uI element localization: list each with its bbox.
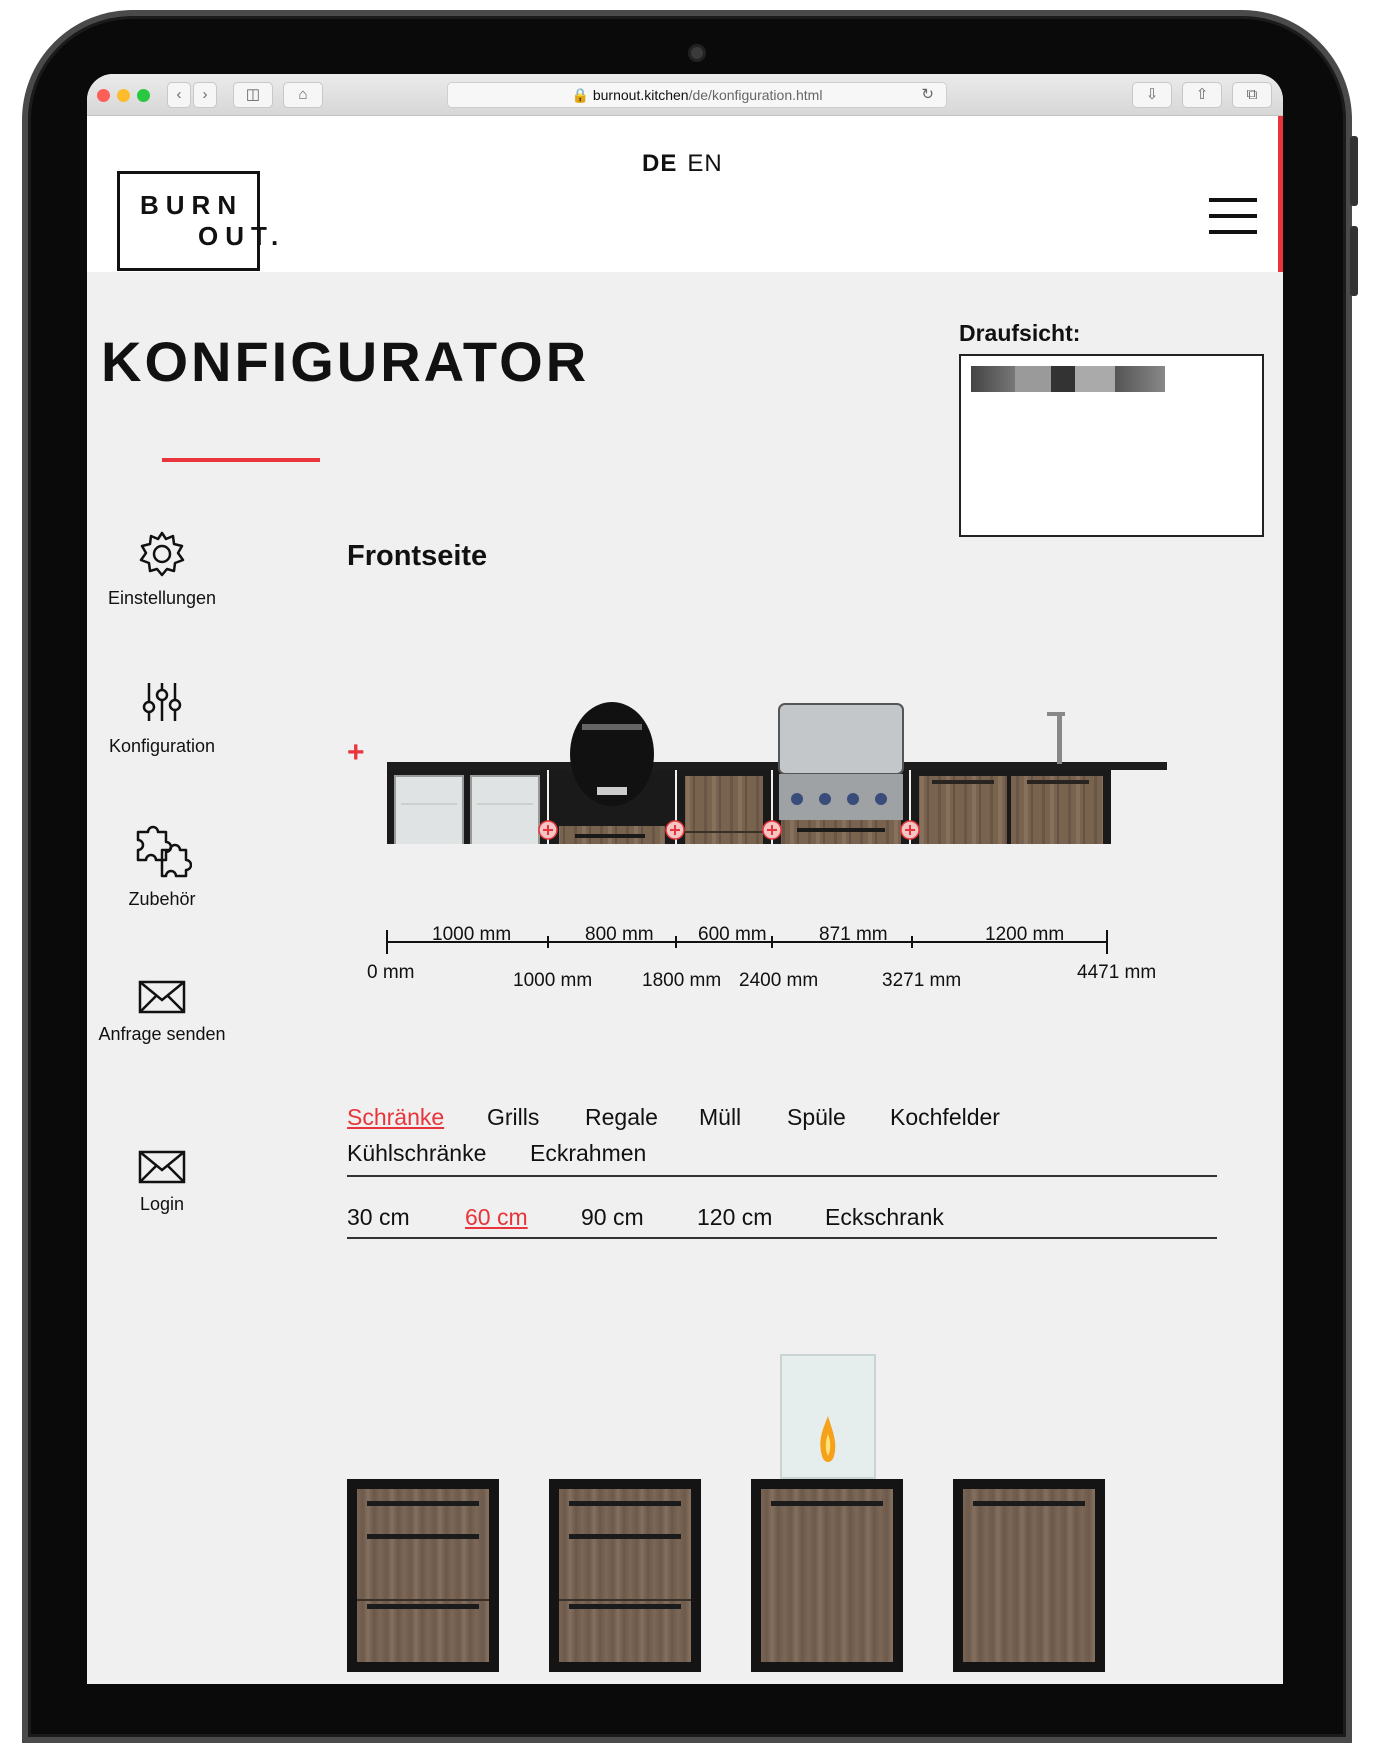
top-view-module (1051, 366, 1075, 392)
product-card[interactable] (953, 1479, 1105, 1672)
share-icon[interactable]: ⇧ (1182, 82, 1222, 108)
volume-button (1350, 136, 1358, 206)
size-tab-120[interactable]: 120 cm (697, 1204, 772, 1231)
fridge-module (387, 770, 547, 844)
size-tab-eckschrank[interactable]: Eckschrank (825, 1204, 944, 1231)
position-marker: 1000 mm (513, 970, 593, 991)
logo-line-2: OUT. (198, 221, 286, 251)
address-bar[interactable]: 🔒 burnout.kitchen/de/konfiguration.html … (447, 82, 947, 108)
sidebar-item-label: Login (139, 1194, 185, 1214)
category-tab-schraenke[interactable]: Schränke (347, 1104, 444, 1131)
firepit-accessory (780, 1354, 876, 1479)
forward-button[interactable]: › (193, 82, 217, 108)
sink-module (911, 712, 1111, 844)
title-underline (162, 458, 320, 462)
page-title: KONFIGURATOR (101, 330, 590, 393)
category-tab-regale[interactable]: Regale (585, 1104, 658, 1131)
logo-line-1: BURN (140, 190, 244, 220)
sidebar-item-label: Einstellungen (107, 588, 217, 608)
top-view-module (1015, 366, 1051, 392)
gear-icon (139, 531, 185, 577)
lock-icon: 🔒 (571, 87, 589, 103)
divider (347, 1175, 1217, 1177)
top-view-module (971, 366, 1015, 392)
top-view-label: Draufsicht: (959, 320, 1081, 346)
home-icon[interactable]: ⌂ (283, 82, 323, 108)
sidebar-item-einstellungen[interactable]: Einstellungen (87, 529, 237, 607)
sidebar-item-login[interactable]: Login (87, 1149, 237, 1213)
segment-length: 1200 mm (985, 924, 1065, 945)
product-card[interactable] (549, 1479, 701, 1672)
segment-length: 600 mm (698, 924, 767, 945)
site-header: DE EN BURN OUT. (87, 116, 1283, 272)
segment-length: 800 mm (585, 924, 654, 945)
tabs-icon[interactable]: ⧉ (1232, 82, 1272, 108)
sidebar-item-konfiguration[interactable]: Konfiguration (87, 677, 237, 755)
zoom-window-button[interactable] (137, 89, 150, 102)
kitchen-front-view[interactable] (387, 604, 1167, 844)
add-module-left-button[interactable]: + (347, 736, 365, 770)
category-tab-kuehlschraenke[interactable]: Kühlschränke (347, 1140, 486, 1167)
divider (347, 1237, 1217, 1239)
language-switch: DE EN (642, 150, 723, 178)
back-button[interactable]: ‹ (167, 82, 191, 108)
size-tab-30[interactable]: 30 cm (347, 1204, 410, 1231)
category-tab-kochfelder[interactable]: Kochfelder (890, 1104, 1000, 1131)
url-host: burnout.kitchen (592, 87, 689, 103)
logo[interactable]: BURN OUT. (117, 171, 278, 271)
screen: ‹ › ◫ ⌂ 🔒 burnout.kitchen/de/konfigurati… (87, 74, 1283, 1684)
sidebar-item-label: Konfiguration (108, 736, 216, 756)
size-tab-60[interactable]: 60 cm (465, 1204, 528, 1231)
product-card[interactable] (751, 1479, 903, 1672)
envelope-icon (138, 980, 186, 1014)
envelope-icon (138, 1150, 186, 1184)
top-view-module (1075, 366, 1115, 392)
sidebar-item-label: Zubehör (128, 889, 196, 909)
position-marker: 0 mm (367, 962, 415, 983)
url-path: /de/konfiguration.html (688, 87, 823, 103)
size-tab-90[interactable]: 90 cm (581, 1204, 644, 1231)
camera (688, 44, 706, 62)
sidebar-item-label: Anfrage senden (98, 1024, 226, 1044)
segment-length: 1000 mm (432, 924, 512, 945)
position-marker: 3271 mm (882, 970, 962, 991)
puzzle-icon (136, 825, 192, 878)
cabinet-module (677, 770, 771, 844)
volume-button (1350, 226, 1358, 296)
minimize-window-button[interactable] (117, 89, 130, 102)
lang-en-link[interactable]: EN (687, 150, 722, 177)
category-tab-eckrahmen[interactable]: Eckrahmen (530, 1140, 646, 1167)
browser-toolbar: ‹ › ◫ ⌂ 🔒 burnout.kitchen/de/konfigurati… (87, 74, 1283, 116)
front-view-heading: Frontseite (347, 540, 488, 572)
top-view-module (1115, 366, 1165, 392)
category-tab-muell[interactable]: Müll (699, 1104, 741, 1131)
position-marker: 1800 mm (642, 970, 722, 991)
kamado-grill-module (549, 702, 675, 844)
category-tab-grills[interactable]: Grills (487, 1104, 539, 1131)
sidebar-item-zubehoer[interactable]: Zubehör (87, 824, 237, 908)
hamburger-menu-icon[interactable] (1209, 198, 1257, 236)
countertop (387, 762, 1167, 770)
position-marker: 2400 mm (739, 970, 819, 991)
lang-de-link[interactable]: DE (642, 150, 677, 177)
category-tab-spuele[interactable]: Spüle (787, 1104, 846, 1131)
sliders-icon (142, 683, 182, 721)
reload-icon[interactable]: ↻ (921, 83, 934, 107)
sidebar-item-anfrage-senden[interactable]: Anfrage senden (87, 979, 237, 1043)
segment-length: 871 mm (819, 924, 888, 945)
header-accent-bar (1278, 116, 1283, 272)
flame-icon (820, 1416, 836, 1462)
gas-grill-module (773, 703, 909, 844)
product-card[interactable] (347, 1479, 499, 1672)
sidebar-toggle-icon[interactable]: ◫ (233, 82, 273, 108)
top-view-panel[interactable] (959, 354, 1264, 537)
position-marker: 4471 mm (1077, 962, 1157, 983)
download-icon[interactable]: ⇩ (1132, 82, 1172, 108)
close-window-button[interactable] (97, 89, 110, 102)
